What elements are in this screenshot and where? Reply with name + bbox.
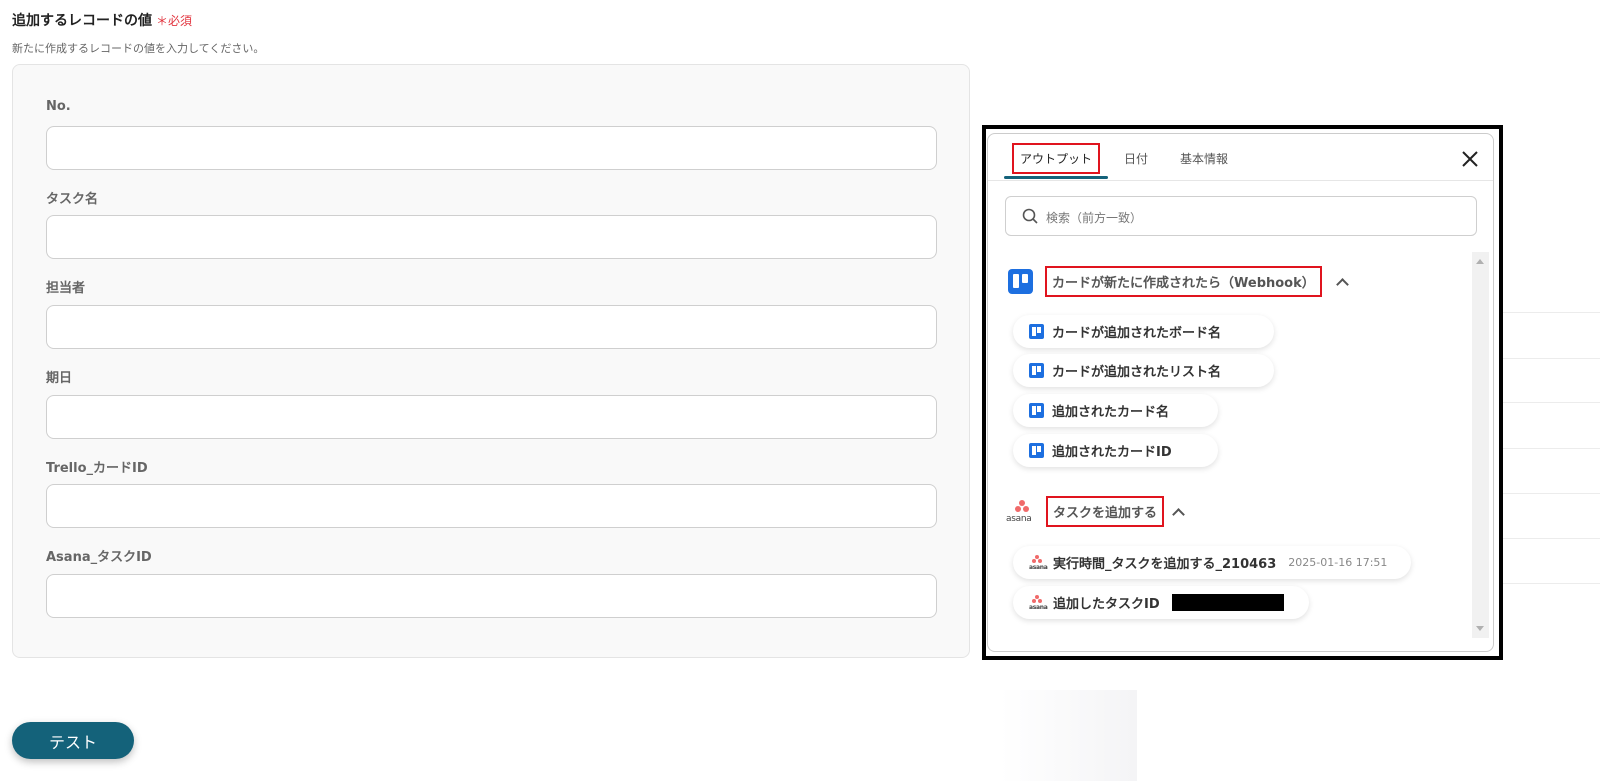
tab-basic-info[interactable]: 基本情報 [1180,150,1228,167]
field-input-task-name[interactable] [46,215,937,259]
output-item-sample-value: 2025-01-16 17:51 [1288,556,1388,569]
group-header-asana[interactable]: asana タスクを追加する [1006,496,1185,527]
section-title-text: 追加するレコードの値 [12,13,152,29]
trello-icon [1029,363,1044,378]
field-label-due-date: 期日 [46,371,73,386]
background-divider [1497,493,1600,494]
section-description: 新たに作成するレコードの値を入力してください。 [12,42,265,55]
group-title-trello: カードが新たに作成されたら（Webhook） [1045,266,1322,297]
background-divider [1497,402,1600,403]
field-label-task-name: タスク名 [46,192,99,207]
field-label-assignee: 担当者 [46,281,86,296]
search-input[interactable] [1044,207,1448,229]
trello-icon [1029,443,1044,458]
scroll-up-arrow-icon[interactable] [1476,259,1484,264]
trello-icon [1008,269,1033,294]
group-title-asana: タスクを追加する [1046,496,1165,527]
output-item-label: 追加したタスクID [1053,597,1160,612]
field-label-trello-card-id: Trello_カードID [46,461,148,476]
output-item-label: 追加されたカードID [1052,445,1172,460]
redacted-value [1171,594,1284,611]
asana-icon: asana [1029,554,1048,571]
search-icon [1022,208,1038,224]
section-title: 追加するレコードの値 ＊必須 [12,10,192,30]
background-divider [1497,448,1600,449]
tab-date[interactable]: 日付 [1124,150,1148,167]
field-input-asana-task-id[interactable] [46,574,937,618]
field-input-trello-card-id[interactable] [46,484,937,528]
output-item-label: 実行時間_タスクを追加する_210463 [1053,557,1277,572]
field-input-assignee[interactable] [46,305,937,349]
scroll-down-arrow-icon[interactable] [1476,626,1484,631]
output-item-label: カードが追加されたリスト名 [1052,365,1222,380]
active-tab-indicator [1004,176,1108,179]
output-search[interactable] [1005,196,1477,236]
field-label-asana-task-id: Asana_タスクID [46,550,152,565]
output-item-label: 追加されたカード名 [1052,405,1170,420]
background-divider [1497,358,1600,359]
required-badge: ＊必須 [156,14,193,28]
background-divider [1497,538,1600,539]
asana-icon: asana [1029,594,1048,611]
output-picker-popup: アウトプット 日付 基本情報 カードが新たに作成されたら（Webhook） カー… [987,133,1494,652]
background-divider [1497,583,1600,584]
test-button[interactable]: テスト [12,722,134,759]
tab-output[interactable]: アウトプット [1012,143,1101,174]
asana-icon: asana [1006,499,1040,524]
output-item[interactable]: 追加されたカードID [1013,434,1218,467]
popup-tabs: アウトプット 日付 基本情報 [988,134,1493,181]
trello-icon [1029,403,1044,418]
output-item[interactable]: 追加されたカード名 [1013,394,1218,427]
output-item-label: カードが追加されたボード名 [1052,326,1222,341]
scrollbar[interactable] [1472,252,1489,638]
background-divider [1497,312,1600,313]
output-item[interactable]: asana 追加したタスクID [1013,586,1309,619]
record-form-panel: No. タスク名 担当者 期日 Trello_カードID Asana_タスクID [12,64,970,658]
close-icon[interactable] [1461,150,1479,168]
output-item[interactable]: カードが追加されたリスト名 [1013,354,1274,387]
field-label-no: No. [46,99,71,114]
trello-icon [1029,324,1044,339]
field-input-no[interactable] [46,126,937,170]
output-item[interactable]: カードが追加されたボード名 [1013,315,1274,348]
background-fade [1000,690,1137,781]
group-header-trello[interactable]: カードが新たに作成されたら（Webhook） [1008,266,1349,297]
output-item[interactable]: asana 実行時間_タスクを追加する_210463 2025-01-16 17… [1013,546,1411,579]
field-input-due-date[interactable] [46,395,937,439]
chevron-up-icon[interactable] [1172,508,1185,521]
chevron-up-icon[interactable] [1335,278,1349,291]
